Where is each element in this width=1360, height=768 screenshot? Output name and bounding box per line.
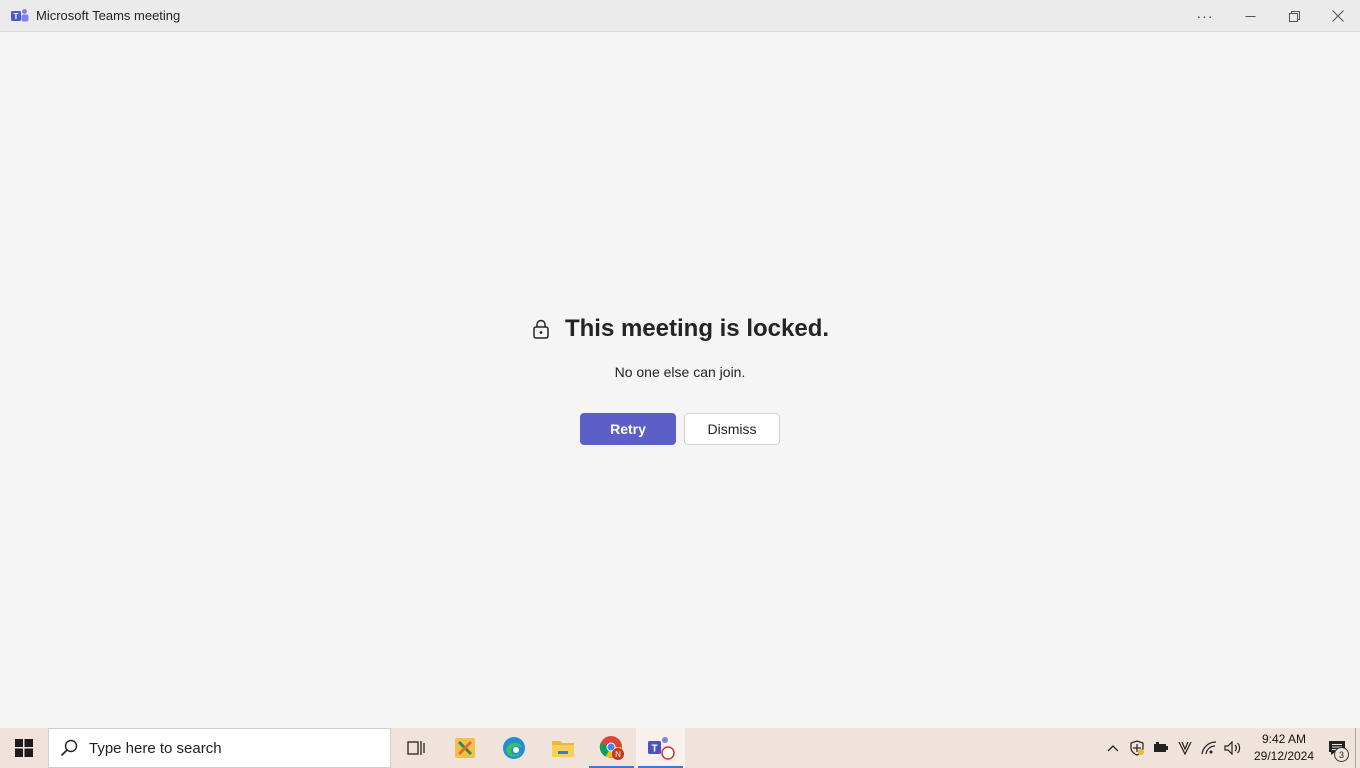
- show-hidden-icons-chevron-up-icon[interactable]: [1101, 728, 1125, 768]
- svg-text:T: T: [651, 744, 657, 755]
- taskbar-app-teams[interactable]: T: [636, 728, 685, 768]
- taskbar: Type here to search N T 9:42 AM 29/12/20…: [0, 728, 1360, 768]
- windows-logo-icon: [15, 739, 33, 757]
- restore-button[interactable]: [1272, 0, 1316, 32]
- volume-icon[interactable]: [1221, 728, 1245, 768]
- battery-icon[interactable]: [1149, 728, 1173, 768]
- retry-button[interactable]: Retry: [580, 413, 676, 445]
- close-button[interactable]: [1316, 0, 1360, 32]
- clock-date: 29/12/2024: [1253, 749, 1315, 763]
- system-tray: 9:42 AM 29/12/2024 3: [1101, 728, 1360, 768]
- tools-app-icon: [454, 738, 475, 758]
- search-placeholder: Type here to search: [89, 739, 222, 757]
- restore-icon: [1288, 10, 1300, 22]
- subtitle-text: No one else can join.: [614, 364, 746, 380]
- search-icon: [49, 739, 89, 757]
- lock-icon: [531, 318, 551, 340]
- headline-row: This meeting is locked.: [0, 315, 1360, 343]
- minimize-icon: [1245, 15, 1255, 17]
- action-center-button[interactable]: 3: [1319, 728, 1355, 768]
- title-bar: T Microsoft Teams meeting ···: [0, 0, 1360, 32]
- security-shield-icon[interactable]: [1125, 728, 1149, 768]
- window-controls: ···: [1182, 0, 1360, 32]
- wifi-icon[interactable]: [1197, 728, 1221, 768]
- vpn-app-icon[interactable]: [1173, 728, 1197, 768]
- taskbar-search-box[interactable]: Type here to search: [48, 728, 391, 768]
- more-options-button[interactable]: ···: [1182, 0, 1228, 32]
- task-view-icon: [406, 741, 425, 755]
- clock-time: 9:42 AM: [1261, 732, 1307, 746]
- svg-text:T: T: [14, 12, 19, 21]
- folder-icon: [551, 741, 574, 757]
- taskbar-apps: N T: [391, 728, 685, 768]
- page-title: This meeting is locked.: [564, 315, 830, 342]
- edge-icon: [502, 737, 525, 759]
- show-desktop-button[interactable]: [1355, 728, 1360, 768]
- task-view-button[interactable]: [391, 728, 440, 768]
- action-buttons: Retry Dismiss: [580, 413, 780, 445]
- meeting-locked-panel: This meeting is locked. No one else can …: [0, 32, 1360, 728]
- notification-count-badge: 3: [1334, 747, 1349, 762]
- minimize-button[interactable]: [1228, 0, 1272, 32]
- dismiss-button[interactable]: Dismiss: [684, 413, 780, 445]
- teams-icon: T: [647, 737, 675, 760]
- taskbar-clock[interactable]: 9:42 AM 29/12/2024: [1249, 731, 1319, 765]
- start-button[interactable]: [0, 728, 48, 768]
- close-icon: [1332, 10, 1344, 22]
- teams-logo-icon: T: [11, 7, 29, 25]
- taskbar-app-edge[interactable]: [489, 728, 538, 768]
- svg-text:N: N: [615, 750, 621, 759]
- taskbar-app-file-explorer[interactable]: [538, 728, 587, 768]
- window-title: Microsoft Teams meeting: [36, 8, 181, 23]
- chrome-icon: N: [599, 736, 624, 760]
- taskbar-app-chrome[interactable]: N: [587, 728, 636, 768]
- taskbar-app-tools[interactable]: [440, 728, 489, 768]
